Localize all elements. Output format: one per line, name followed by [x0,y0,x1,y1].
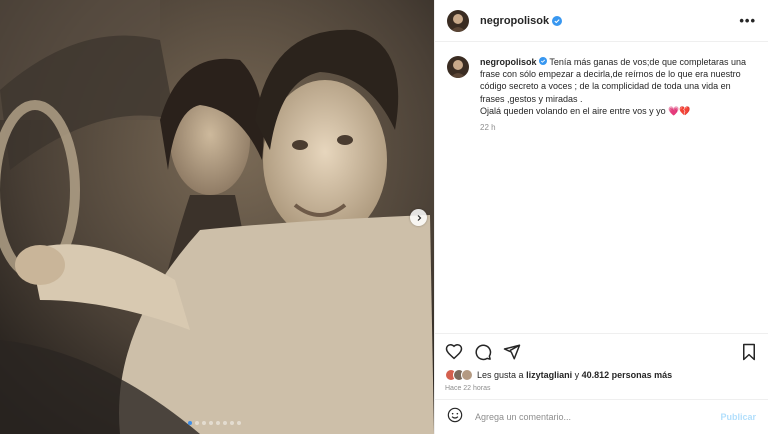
heart-icon[interactable] [445,343,463,361]
carousel-dot [230,421,234,425]
carousel-dot [188,421,192,425]
liker-avatars[interactable] [445,369,473,381]
bookmark-icon[interactable] [740,343,758,361]
chevron-right-icon [417,214,421,221]
carousel-dot [209,421,213,425]
post-media[interactable] [0,0,434,434]
carousel-dot [237,421,241,425]
actions-area: Les gusta a lizytagliani y 40.812 person… [435,333,768,399]
post-photo [0,0,434,434]
caption-text-line2: Ojalá queden volando en el aire entre vo… [480,105,691,116]
carousel-dot [195,421,199,425]
username[interactable]: negropolisok [480,15,549,27]
likes-connector: y [574,370,580,380]
comment-box: Publicar [435,399,768,434]
likes-count[interactable]: 40.812 personas más [582,370,673,380]
send-icon[interactable] [503,343,521,361]
action-bar [445,337,758,367]
caption-avatar[interactable] [447,56,469,78]
caption-time[interactable]: 22 h [480,123,756,132]
carousel-next-button[interactable] [410,209,427,226]
liker-username[interactable]: lizytagliani [526,370,572,380]
instagram-post: negropolisok ••• negropolisok Tenía más … [0,0,768,434]
carousel-dot [223,421,227,425]
publish-button[interactable]: Publicar [720,412,756,422]
caption: negropolisok Tenía más ganas de vos;de q… [480,56,756,117]
post-header: negropolisok ••• [435,0,768,42]
carousel-indicator [188,421,241,425]
post-date[interactable]: Hace 22 horas [445,385,758,392]
verified-badge-icon [539,57,548,67]
post-sidebar: negropolisok ••• negropolisok Tenía más … [434,0,768,434]
comment-input[interactable] [475,412,721,422]
more-options-icon[interactable]: ••• [739,13,756,28]
caption-row: negropolisok Tenía más ganas de vos;de q… [447,56,756,117]
likes-prefix: Les gusta a [477,370,524,380]
comments-section: negropolisok Tenía más ganas de vos;de q… [435,42,768,333]
verified-badge-icon [552,15,563,26]
caption-username[interactable]: negropolisok [480,57,537,67]
carousel-dot [216,421,220,425]
comment-icon[interactable] [474,343,492,361]
carousel-dot [202,421,206,425]
emoji-icon[interactable] [447,407,463,428]
avatar [461,369,473,381]
likes-row: Les gusta a lizytagliani y 40.812 person… [445,367,758,383]
avatar[interactable] [447,9,469,32]
